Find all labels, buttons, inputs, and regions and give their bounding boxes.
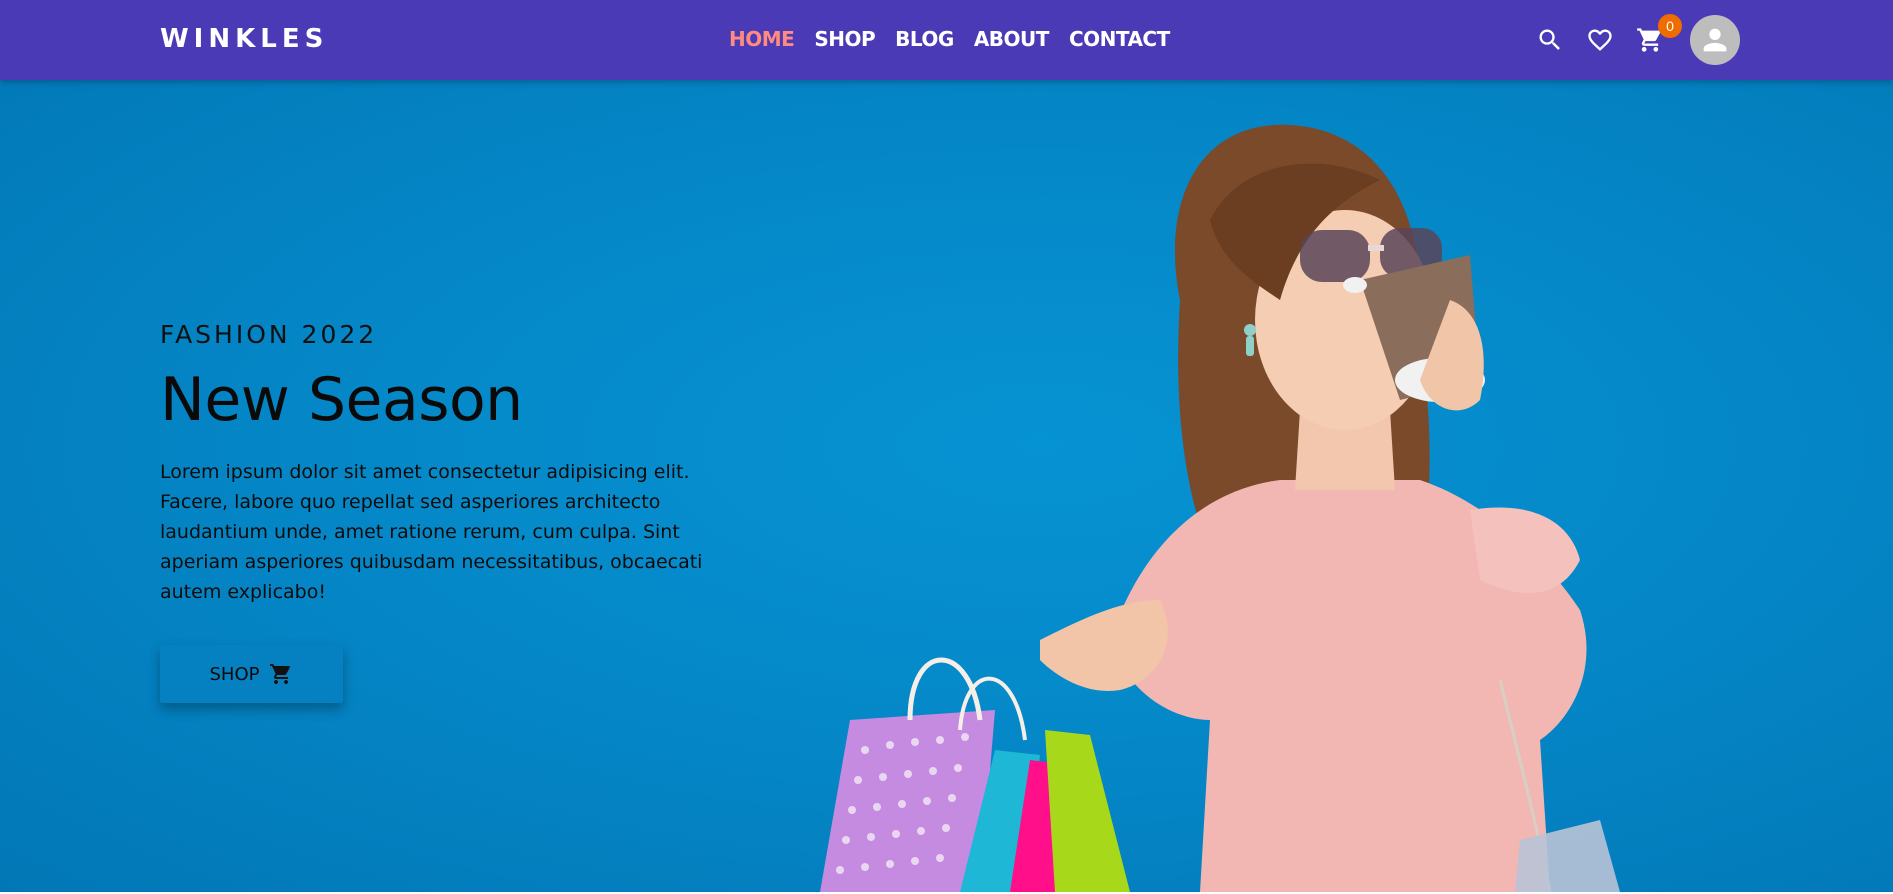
- search-icon[interactable]: [1536, 26, 1564, 54]
- hero-model-image: [820, 124, 1620, 892]
- nav-link-about[interactable]: ABOUT: [974, 27, 1050, 51]
- user-avatar[interactable]: [1690, 15, 1740, 65]
- brand-logo[interactable]: WINKLES: [160, 24, 328, 54]
- nav-icons: 0: [1536, 14, 1740, 65]
- nav-link-contact[interactable]: CONTACT: [1069, 27, 1170, 51]
- heart-icon[interactable]: [1586, 26, 1614, 54]
- cart-icon: [270, 664, 291, 684]
- user-avatar-icon: [1703, 28, 1727, 52]
- hero-description: Lorem ipsum dolor sit amet consectetur a…: [160, 461, 703, 603]
- nav-link-blog[interactable]: BLOG: [895, 27, 954, 51]
- cart-count-badge: 0: [1658, 14, 1682, 38]
- nav-link-home[interactable]: HOME: [729, 27, 795, 51]
- hero-eyebrow: FASHION 2022: [160, 320, 378, 349]
- top-navbar: WINKLES HOME SHOP BLOG ABOUT CONTACT 0: [0, 0, 1893, 80]
- hero-banner: FASHION 2022 New Season Lorem ipsum dolo…: [0, 80, 1893, 892]
- nav-link-shop[interactable]: SHOP: [814, 27, 875, 51]
- shopping-bags-illustration: [820, 657, 1130, 892]
- shop-button[interactable]: SHOP: [160, 645, 343, 703]
- hero-content: FASHION 2022 New Season Lorem ipsum dolo…: [160, 320, 760, 703]
- main-nav: HOME SHOP BLOG ABOUT CONTACT: [729, 27, 1170, 51]
- cart-icon[interactable]: 0: [1636, 14, 1682, 54]
- shop-button-label: SHOP: [209, 663, 260, 685]
- hero-title: New Season: [160, 365, 523, 435]
